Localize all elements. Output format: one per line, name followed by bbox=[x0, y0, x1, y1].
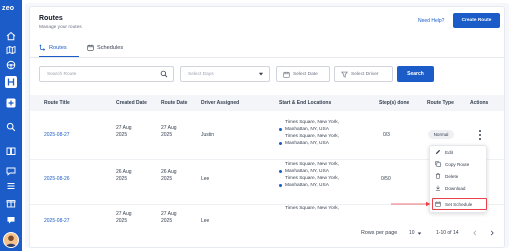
column-header: Start & End Locations bbox=[279, 100, 332, 106]
driver-name: Justin bbox=[201, 132, 215, 138]
copy-icon bbox=[435, 161, 441, 167]
pencil-icon bbox=[435, 149, 441, 155]
steps-done: 0/50 bbox=[381, 176, 391, 182]
sidebar: zeo bbox=[0, 0, 22, 251]
chat-icon[interactable] bbox=[5, 165, 17, 177]
pagination-range: 1-10 of 14 bbox=[436, 230, 459, 236]
search-button[interactable]: Search bbox=[397, 66, 434, 82]
select-driver-button[interactable]: Select Driver bbox=[334, 66, 393, 82]
calendar-icon bbox=[87, 44, 94, 51]
route-title-link[interactable]: 2025-08-27 bbox=[44, 218, 70, 222]
column-header: Route Type bbox=[427, 100, 454, 106]
set-schedule-highlight-box bbox=[432, 198, 487, 210]
location-dot bbox=[279, 170, 282, 173]
filter-icon bbox=[341, 71, 348, 78]
created-date: 27 Aug 2025 bbox=[116, 125, 132, 138]
user-avatar[interactable] bbox=[3, 232, 19, 248]
chat-bubble-icon[interactable] bbox=[5, 214, 17, 226]
tab-routes-label: Routes bbox=[49, 44, 67, 51]
table-header: Route Title Created Date Route Date Driv… bbox=[30, 95, 504, 111]
column-header: Route Date bbox=[161, 100, 188, 106]
location-dot bbox=[279, 142, 282, 145]
select-date-button[interactable]: Select Date bbox=[276, 66, 330, 82]
route-title-link[interactable]: 2025-08-27 bbox=[44, 132, 70, 139]
menu-item-download[interactable]: Download bbox=[435, 185, 465, 191]
download-icon bbox=[435, 185, 441, 191]
search-route-placeholder: Search Route bbox=[47, 71, 77, 77]
zeo-logo: zeo bbox=[2, 5, 15, 12]
calendar-icon bbox=[283, 71, 290, 78]
create-route-button[interactable]: Create Route bbox=[453, 13, 500, 28]
route-title-link[interactable]: 2025-08-26 bbox=[44, 176, 70, 183]
routes-card: Routes Manage your routes Need Help? Cre… bbox=[29, 6, 505, 248]
actions-menu-icon[interactable] bbox=[478, 130, 482, 140]
caret-down-icon bbox=[258, 72, 264, 76]
book-icon[interactable] bbox=[5, 145, 17, 157]
start-location: Times Square, New York, bbox=[285, 206, 339, 211]
tab-schedules-label: Schedules bbox=[97, 44, 124, 51]
tab-routes[interactable]: Routes bbox=[39, 44, 67, 51]
steps-done: 0/3 bbox=[383, 132, 390, 138]
select-driver-label: Select Driver bbox=[351, 71, 379, 77]
created-date: 27 Aug 2025 bbox=[116, 211, 132, 224]
route-date: 27 Aug 2025 bbox=[161, 125, 177, 138]
column-header: Created Date bbox=[116, 100, 147, 106]
end-location: Times Square, New York, Manhattan, NY, US… bbox=[279, 133, 339, 147]
routes-icon bbox=[39, 44, 46, 51]
end-location: Times Square, New York, Manhattan, NY, US… bbox=[279, 175, 339, 189]
pointer-arrow-icon bbox=[391, 201, 431, 207]
page-title: Routes bbox=[39, 15, 63, 22]
next-page-icon[interactable] bbox=[488, 229, 496, 237]
select-days-placeholder: Select Days bbox=[188, 71, 214, 77]
location-dot bbox=[279, 184, 282, 187]
location-dot bbox=[279, 128, 282, 131]
search-icon[interactable] bbox=[5, 121, 17, 133]
need-help-link[interactable]: Need Help? bbox=[418, 18, 444, 24]
driver-name: Lee bbox=[201, 218, 210, 224]
route-date: 26 Aug 2025 bbox=[161, 169, 177, 182]
driver-name: Lee bbox=[201, 176, 210, 182]
list-icon[interactable] bbox=[5, 180, 17, 192]
rows-per-page-select[interactable]: 10 bbox=[409, 230, 422, 236]
tab-schedules[interactable]: Schedules bbox=[87, 44, 123, 51]
home-icon[interactable] bbox=[5, 30, 17, 42]
menu-item-copy-route[interactable]: Copy Route bbox=[435, 161, 469, 167]
caret-down-icon bbox=[417, 232, 421, 235]
column-header: Step(s) done bbox=[379, 100, 410, 106]
tabs-divider bbox=[30, 57, 504, 58]
column-header: Route Title bbox=[44, 100, 70, 106]
route-date: 27 Aug 2025 bbox=[161, 211, 177, 224]
page-subtitle: Manage your routes bbox=[39, 25, 82, 30]
rows-per-page-label: Rows per page bbox=[361, 230, 398, 236]
menu-item-delete[interactable]: Delete bbox=[435, 173, 458, 179]
trash-icon bbox=[435, 173, 441, 179]
select-days-dropdown[interactable]: Select Days bbox=[180, 66, 270, 82]
gift-icon[interactable] bbox=[5, 197, 17, 209]
start-location: Times Square, New York, Manhattan, NY, US… bbox=[279, 161, 339, 175]
add-icon[interactable] bbox=[5, 97, 17, 109]
menu-item-edit[interactable]: Edit bbox=[435, 149, 453, 155]
select-date-label: Select Date bbox=[293, 71, 318, 77]
route-icon[interactable] bbox=[5, 76, 17, 88]
search-route-input[interactable]: Search Route bbox=[39, 66, 174, 82]
created-date: 26 Aug 2025 bbox=[116, 169, 132, 182]
column-header: Driver Assigned bbox=[201, 100, 240, 106]
previous-page-icon[interactable] bbox=[471, 229, 479, 237]
steering-wheel-icon[interactable] bbox=[5, 59, 17, 71]
route-type-badge: Normal bbox=[428, 130, 454, 139]
search-icon[interactable] bbox=[160, 70, 168, 78]
map-icon[interactable] bbox=[5, 44, 17, 56]
column-header: Actions bbox=[470, 100, 489, 106]
start-location: Times Square, New York, Manhattan, NY, US… bbox=[279, 119, 339, 133]
